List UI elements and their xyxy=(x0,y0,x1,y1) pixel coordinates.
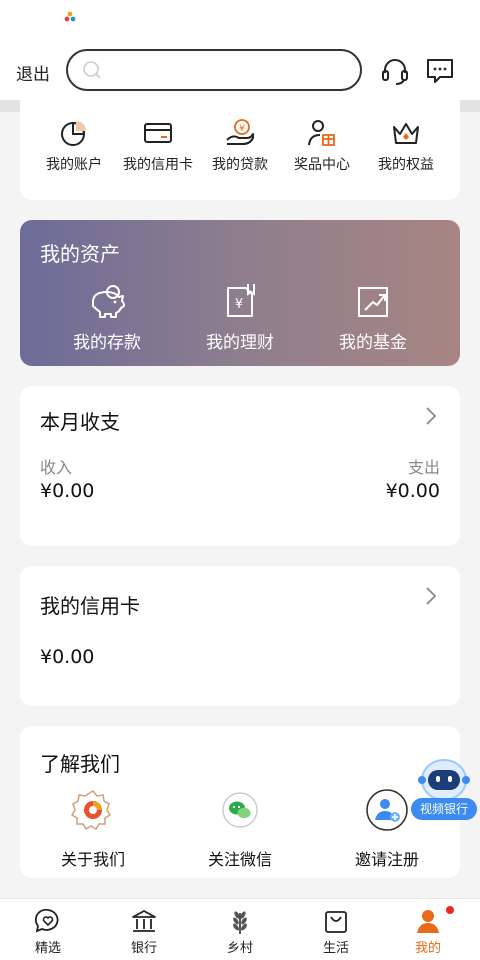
quick-item-label: 我的信用卡 xyxy=(123,157,193,173)
tab-featured[interactable]: 精选 xyxy=(0,907,96,956)
exit-button[interactable]: 退出 xyxy=(16,60,50,85)
quick-item-label: 我的贷款 xyxy=(212,157,268,173)
about-item-label: 关注微信 xyxy=(207,850,272,869)
tab-label: 银行 xyxy=(130,941,157,956)
message-icon[interactable] xyxy=(425,56,455,86)
svg-text:¥: ¥ xyxy=(235,297,243,312)
quick-item-account[interactable]: 我的账户 xyxy=(30,118,118,174)
status-bar xyxy=(0,0,480,36)
chevron-right-icon[interactable] xyxy=(424,586,438,606)
gift-user-icon xyxy=(308,120,335,146)
tab-mine[interactable]: 我的 xyxy=(380,907,476,956)
expense-label: 支出 xyxy=(407,458,440,477)
quick-item-benefits[interactable]: 我的权益 xyxy=(362,118,450,174)
bottom-tab-bar: 精选 银行 乡村 生活 我的 xyxy=(0,898,480,960)
credit-card-summary[interactable]: 我的信用卡 ¥0.00 xyxy=(20,566,460,706)
about-item-about-us[interactable]: 关于我们 xyxy=(38,788,148,870)
quick-item-prize-center[interactable]: 奖品中心 xyxy=(278,118,366,174)
quick-item-label: 奖品中心 xyxy=(294,157,350,173)
quick-menu: 我的账户 我的信用卡 ¥ 我的贷款 奖品中心 我的权益 xyxy=(20,100,460,200)
asset-item-fund[interactable]: 我的基金 xyxy=(318,282,428,353)
asset-item-label: 我的存款 xyxy=(73,333,141,353)
pie-chart-icon xyxy=(61,121,86,146)
heart-chat-icon xyxy=(34,908,59,933)
top-bar: 退出 xyxy=(0,36,480,100)
about-title: 了解我们 xyxy=(40,752,120,776)
credit-card-amount: ¥0.00 xyxy=(40,646,95,668)
shopping-bag-icon xyxy=(325,911,347,933)
tab-life[interactable]: 生活 xyxy=(288,907,384,956)
search-bar[interactable] xyxy=(66,49,362,91)
finance-doc-icon: ¥ xyxy=(227,284,255,317)
income-label: 收入 xyxy=(40,458,73,477)
piggy-bank-icon xyxy=(92,285,125,318)
asset-item-label: 我的理财 xyxy=(206,333,274,353)
monthly-summary-card[interactable]: 本月收支 收入 ¥0.00 支出 ¥0.00 xyxy=(20,386,460,546)
tab-bank[interactable]: 银行 xyxy=(96,907,192,956)
asset-item-label: 我的基金 xyxy=(339,333,407,353)
fund-chart-icon xyxy=(358,287,388,317)
asset-item-deposit[interactable]: 我的存款 xyxy=(52,282,162,353)
chevron-right-icon[interactable] xyxy=(424,406,438,426)
my-assets-card: 我的资产 我的存款 ¥ 我的理财 我的基金 xyxy=(20,220,460,366)
app-logo-icon xyxy=(64,11,76,22)
assets-title: 我的资产 xyxy=(40,242,120,266)
monthly-title: 本月收支 xyxy=(40,410,120,434)
about-item-label: 关于我们 xyxy=(60,850,125,869)
invite-user-icon xyxy=(366,789,408,831)
credit-card-icon xyxy=(144,123,172,143)
quick-item-loan[interactable]: ¥ 我的贷款 xyxy=(196,118,284,174)
search-icon xyxy=(83,61,101,79)
video-bank-label[interactable]: 视频银行 xyxy=(411,798,477,820)
tab-label: 精选 xyxy=(34,941,61,956)
quick-item-credit-card[interactable]: 我的信用卡 xyxy=(114,118,202,174)
quick-item-label: 我的权益 xyxy=(378,157,434,173)
tab-label: 生活 xyxy=(322,941,349,956)
notification-badge xyxy=(446,906,454,914)
svg-text:¥: ¥ xyxy=(239,124,245,134)
tab-countryside[interactable]: 乡村 xyxy=(192,907,288,956)
credit-card-title: 我的信用卡 xyxy=(40,594,140,618)
search-input[interactable] xyxy=(112,57,342,83)
expense-value: ¥0.00 xyxy=(385,480,440,502)
crown-icon xyxy=(393,123,419,144)
income-value: ¥0.00 xyxy=(40,480,95,502)
about-us-card: 了解我们 关于我们 关注微信 邀请注册 xyxy=(20,726,460,878)
quick-item-label: 我的账户 xyxy=(46,157,102,173)
headset-icon[interactable] xyxy=(380,56,410,86)
asset-item-wealth[interactable]: ¥ 我的理财 xyxy=(185,282,295,353)
loan-hand-icon: ¥ xyxy=(226,119,254,145)
wheat-icon xyxy=(233,911,247,934)
tab-label: 乡村 xyxy=(226,941,253,956)
wechat-icon xyxy=(222,792,258,828)
profile-icon xyxy=(417,910,439,933)
about-item-label: 邀请注册 xyxy=(354,850,419,869)
bank-building-icon xyxy=(132,910,156,932)
tab-label: 我的 xyxy=(414,941,441,956)
bank-logo-icon xyxy=(70,790,112,831)
about-item-wechat[interactable]: 关注微信 xyxy=(185,788,295,870)
